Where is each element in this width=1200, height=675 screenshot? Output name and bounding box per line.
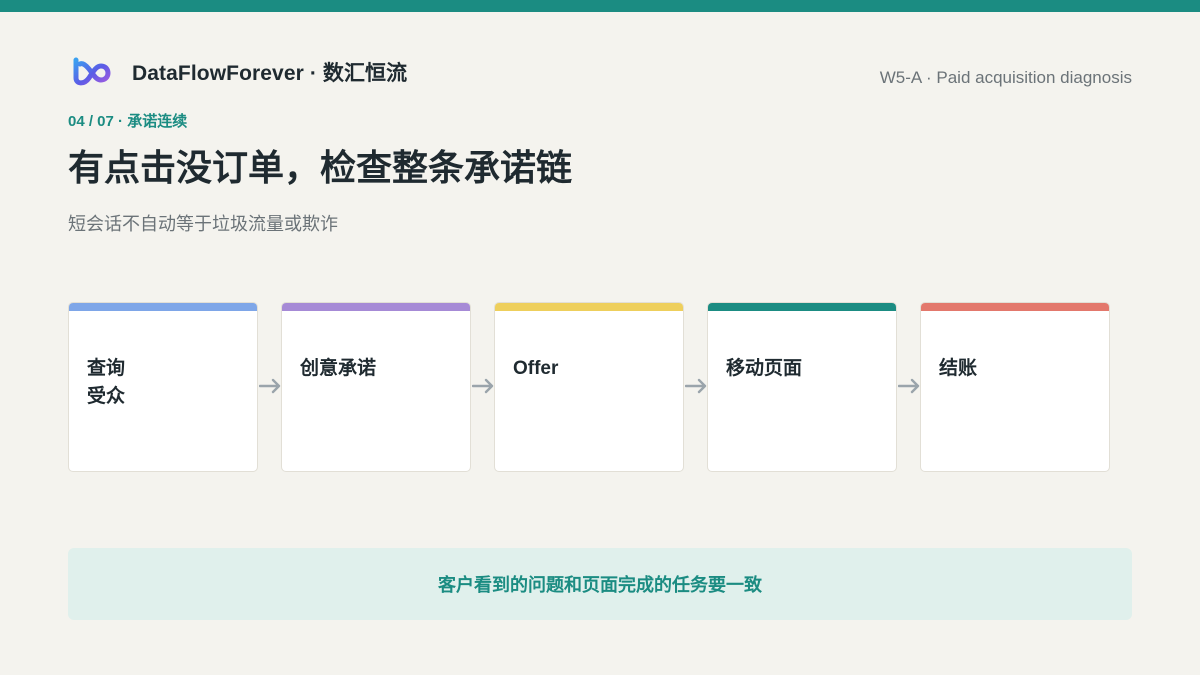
card-color-stripe [69,303,257,311]
card-color-stripe [282,303,470,311]
top-accent-bar [0,0,1200,12]
key-message-callout: 客户看到的问题和页面完成的任务要一致 [68,548,1132,620]
card-label: Offer [513,358,559,379]
promise-chain: 查询 受众 创意承诺 Offer 移动页面 结账 [68,302,1110,472]
card-color-stripe [921,303,1109,311]
chain-card-offer: Offer [494,302,684,472]
brand: DataFlowForever · 数汇恒流 [70,54,407,90]
arrow-right-icon [685,378,707,394]
brand-name: DataFlowForever · 数汇恒流 [132,62,408,85]
card-label: 结账 [939,358,978,379]
callout-text: 客户看到的问题和页面完成的任务要一致 [438,575,762,595]
section-tag: 04 / 07 · 承诺连续 [68,113,188,130]
card-color-stripe [495,303,683,311]
card-label: 查询 受众 [87,358,126,407]
arrow-right-icon [472,378,494,394]
chain-card-checkout: 结账 [920,302,1110,472]
chain-card-creative-promise: 创意承诺 [281,302,471,472]
infinity-logo-icon [73,57,111,86]
arrow-right-icon [898,378,920,394]
page-subtitle: 短会话不自动等于垃圾流量或欺诈 [68,214,338,234]
chain-card-query-audience: 查询 受众 [68,302,258,472]
card-label: 创意承诺 [300,358,377,379]
page-title: 有点击没订单，检查整条承诺链 [68,147,573,188]
chain-card-mobile-page: 移动页面 [707,302,897,472]
card-label: 移动页面 [726,358,803,379]
deck-label: W5-A · Paid acquisition diagnosis [879,68,1132,87]
arrow-right-icon [259,378,281,394]
card-color-stripe [708,303,896,311]
